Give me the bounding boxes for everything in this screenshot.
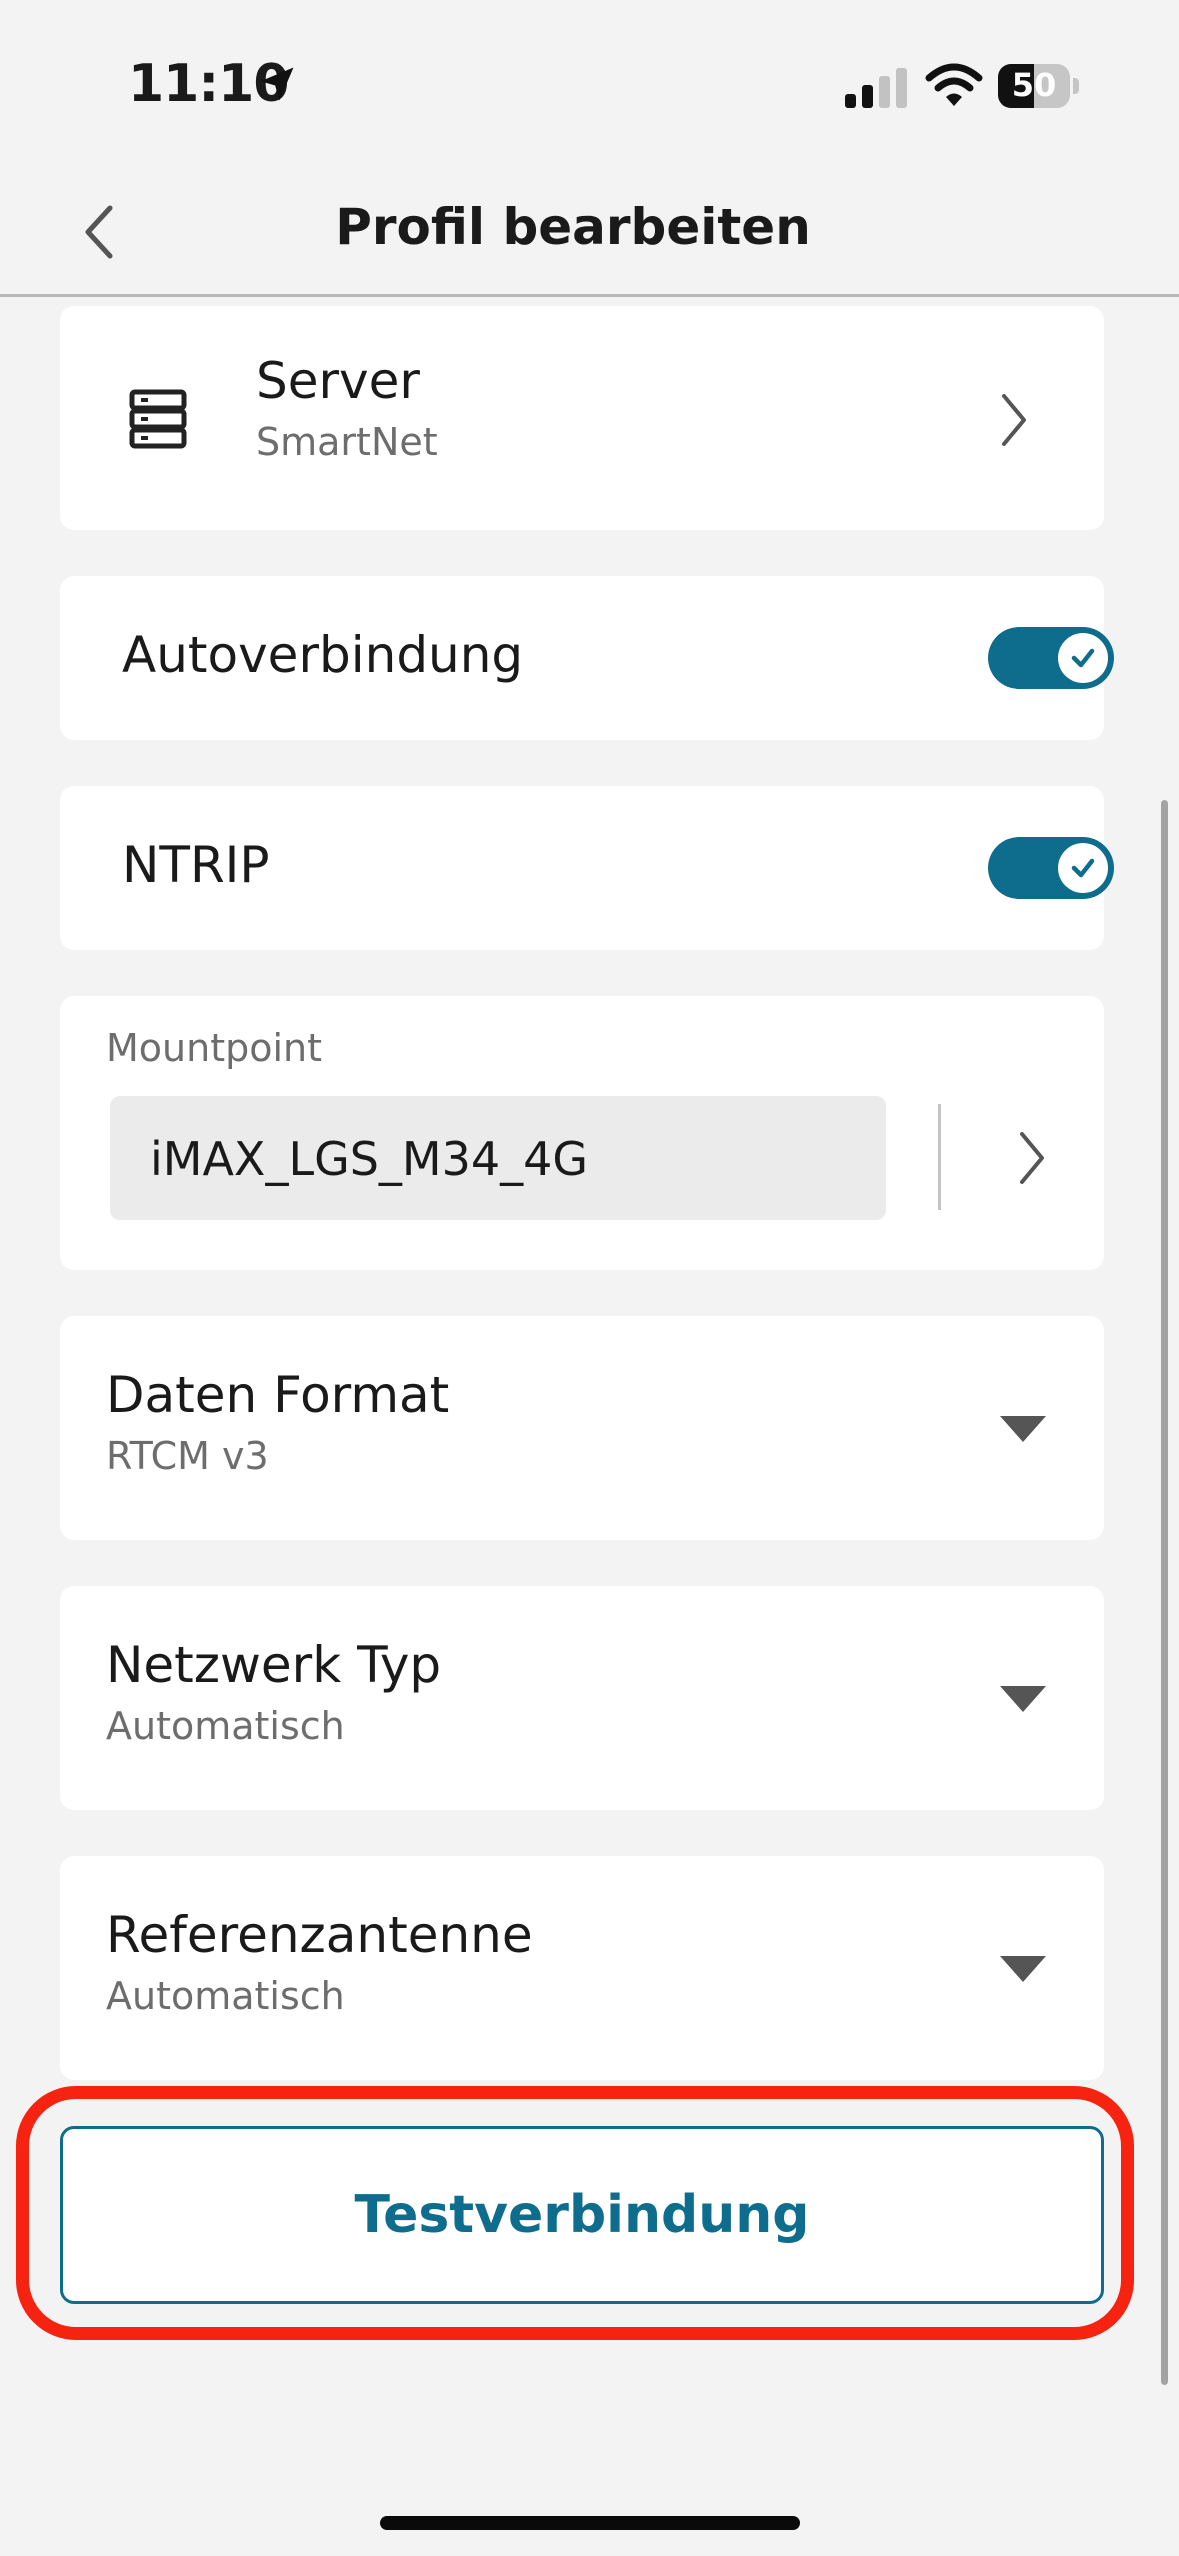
caret-down-icon bbox=[1000, 1416, 1046, 1442]
testverbindung-button[interactable]: Testverbindung bbox=[60, 2126, 1104, 2304]
home-indicator[interactable] bbox=[380, 2516, 800, 2530]
netzwerk-typ-title: Netzwerk Typ bbox=[106, 1636, 442, 1694]
page-title: Profil bearbeiten bbox=[335, 198, 811, 256]
referenzantenne-value: Automatisch bbox=[106, 1974, 345, 2018]
referenzantenne-title: Referenzantenne bbox=[106, 1906, 533, 1964]
autoverbindung-row: Autoverbindung bbox=[60, 576, 1114, 740]
battery-icon: 50 bbox=[998, 64, 1080, 108]
caret-down-icon bbox=[1000, 1686, 1046, 1712]
server-value: SmartNet bbox=[256, 420, 438, 464]
chevron-right-icon bbox=[1002, 394, 1026, 446]
netzwerk-typ-value: Automatisch bbox=[106, 1704, 345, 1748]
ntrip-label: NTRIP bbox=[122, 836, 270, 894]
navigation-bar: Profil bearbeiten bbox=[0, 170, 1179, 297]
referenzantenne-select[interactable]: Referenzantenne Automatisch bbox=[60, 1856, 1104, 2080]
scrollbar[interactable] bbox=[1161, 800, 1168, 2385]
server-row[interactable]: Server SmartNet bbox=[60, 306, 1104, 530]
wifi-icon bbox=[925, 63, 983, 106]
checkmark-icon bbox=[1071, 648, 1095, 668]
netzwerk-typ-select[interactable]: Netzwerk Typ Automatisch bbox=[60, 1586, 1104, 1810]
mountpoint-value: iMAX_LGS_M34_4G bbox=[150, 1132, 589, 1186]
mountpoint-card: Mountpoint iMAX_LGS_M34_4G bbox=[60, 996, 1104, 1270]
caret-down-icon bbox=[1000, 1956, 1046, 1982]
server-title: Server bbox=[256, 352, 420, 410]
autoverbindung-label: Autoverbindung bbox=[122, 626, 524, 684]
daten-format-value: RTCM v3 bbox=[106, 1434, 269, 1478]
status-bar: 11:10 50 bbox=[0, 0, 1179, 170]
ntrip-toggle[interactable] bbox=[988, 837, 1114, 899]
battery-percentage: 50 bbox=[1011, 66, 1057, 104]
chevron-right-icon bbox=[1020, 1132, 1044, 1184]
mountpoint-field[interactable]: iMAX_LGS_M34_4G bbox=[110, 1096, 886, 1220]
autoverbindung-toggle[interactable] bbox=[988, 627, 1114, 689]
cellular-signal-icon bbox=[845, 68, 907, 108]
daten-format-title: Daten Format bbox=[106, 1366, 450, 1424]
location-arrow-icon bbox=[260, 67, 294, 101]
daten-format-select[interactable]: Daten Format RTCM v3 bbox=[60, 1316, 1104, 1540]
mountpoint-label: Mountpoint bbox=[106, 1026, 323, 1070]
checkmark-icon bbox=[1071, 858, 1095, 878]
ntrip-row: NTRIP bbox=[60, 786, 1114, 950]
server-icon bbox=[129, 389, 187, 449]
mountpoint-divider bbox=[938, 1104, 941, 1210]
mountpoint-select-button[interactable] bbox=[970, 1096, 1094, 1220]
